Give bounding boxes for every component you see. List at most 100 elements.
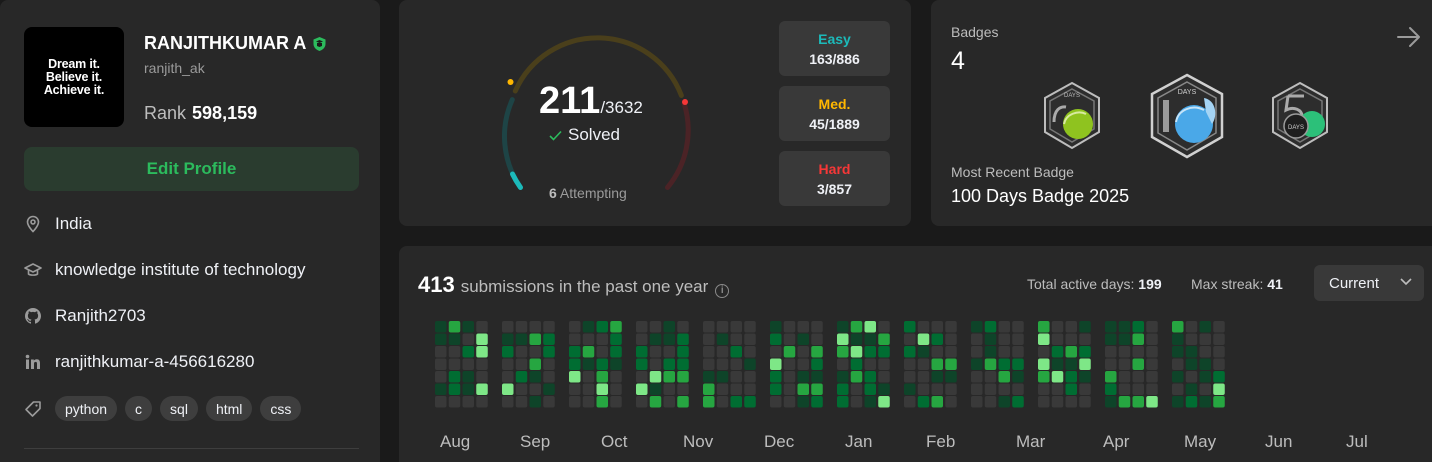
heatmap-cell[interactable] bbox=[984, 358, 997, 371]
arrow-right-icon[interactable] bbox=[1396, 24, 1422, 50]
heatmap-cell[interactable] bbox=[596, 321, 609, 333]
heatmap-cell[interactable] bbox=[998, 383, 1011, 396]
github-link[interactable]: Ranjith2703 bbox=[55, 306, 146, 326]
heatmap-cell[interactable] bbox=[1038, 333, 1050, 346]
heatmap-cell[interactable] bbox=[1213, 321, 1225, 333]
heatmap-cell[interactable] bbox=[744, 396, 756, 408]
heatmap-cell[interactable] bbox=[1079, 383, 1091, 396]
heatmap-cell[interactable] bbox=[770, 396, 782, 408]
heatmap-cell[interactable] bbox=[783, 396, 796, 408]
edit-profile-button[interactable]: Edit Profile bbox=[24, 147, 359, 191]
heatmap-cell[interactable] bbox=[1199, 346, 1212, 358]
heatmap-cell[interactable] bbox=[878, 333, 890, 346]
heatmap-cell[interactable] bbox=[649, 346, 662, 358]
heatmap-cell[interactable] bbox=[1213, 346, 1225, 358]
heatmap-cell[interactable] bbox=[582, 383, 595, 396]
heatmap-cell[interactable] bbox=[730, 346, 743, 358]
heatmap-cell[interactable] bbox=[1118, 333, 1131, 346]
heatmap-cell[interactable] bbox=[1118, 358, 1131, 371]
heatmap-cell[interactable] bbox=[636, 383, 648, 396]
heatmap-cell[interactable] bbox=[730, 333, 743, 346]
heatmap-cell[interactable] bbox=[515, 371, 528, 383]
heatmap-cell[interactable] bbox=[462, 321, 475, 333]
heatmap-cell[interactable] bbox=[448, 358, 461, 371]
heatmap-cell[interactable] bbox=[1213, 396, 1225, 408]
heatmap-cell[interactable] bbox=[1172, 396, 1184, 408]
heatmap-cell[interactable] bbox=[543, 358, 555, 371]
heatmap-cell[interactable] bbox=[971, 333, 983, 346]
skill-chip-sql[interactable]: sql bbox=[160, 396, 198, 421]
heatmap-cell[interactable] bbox=[1213, 333, 1225, 346]
heatmap-cell[interactable] bbox=[1185, 371, 1198, 383]
heatmap-cell[interactable] bbox=[462, 346, 475, 358]
heatmap-cell[interactable] bbox=[850, 321, 863, 333]
heatmap-cell[interactable] bbox=[1199, 358, 1212, 371]
heatmap-cell[interactable] bbox=[783, 346, 796, 358]
heatmap-cell[interactable] bbox=[878, 396, 890, 408]
heatmap-cell[interactable] bbox=[462, 383, 475, 396]
heatmap-cell[interactable] bbox=[649, 358, 662, 371]
heatmap-cell[interactable] bbox=[677, 358, 689, 371]
heatmap-cell[interactable] bbox=[1132, 358, 1145, 371]
heatmap-cell[interactable] bbox=[1105, 358, 1117, 371]
heatmap-cell[interactable] bbox=[1118, 383, 1131, 396]
heatmap-cell[interactable] bbox=[1105, 346, 1117, 358]
heatmap-cell[interactable] bbox=[797, 383, 810, 396]
heatmap-cell[interactable] bbox=[462, 396, 475, 408]
github-row[interactable]: Ranjith2703 bbox=[24, 306, 146, 326]
heatmap-cell[interactable] bbox=[569, 396, 581, 408]
heatmap-cell[interactable] bbox=[677, 383, 689, 396]
heatmap-cell[interactable] bbox=[610, 333, 622, 346]
heatmap-cell[interactable] bbox=[770, 346, 782, 358]
heatmap-cell[interactable] bbox=[649, 396, 662, 408]
heatmap-cell[interactable] bbox=[596, 383, 609, 396]
linkedin-link[interactable]: ranjithkumar-a-456616280 bbox=[55, 352, 254, 372]
heatmap-cell[interactable] bbox=[610, 371, 622, 383]
heatmap-cell[interactable] bbox=[1199, 321, 1212, 333]
heatmap-cell[interactable] bbox=[730, 358, 743, 371]
heatmap-cell[interactable] bbox=[502, 371, 514, 383]
difficulty-easy[interactable]: Easy 163/886 bbox=[779, 21, 890, 76]
heatmap-cell[interactable] bbox=[837, 333, 849, 346]
heatmap-cell[interactable] bbox=[931, 396, 944, 408]
heatmap-cell[interactable] bbox=[716, 383, 729, 396]
heatmap-cell[interactable] bbox=[1132, 321, 1145, 333]
heatmap-cell[interactable] bbox=[730, 371, 743, 383]
heatmap-cell[interactable] bbox=[703, 346, 715, 358]
heatmap-cell[interactable] bbox=[770, 383, 782, 396]
heatmap-cell[interactable] bbox=[1172, 346, 1184, 358]
heatmap-cell[interactable] bbox=[945, 333, 957, 346]
heatmap-cell[interactable] bbox=[663, 358, 676, 371]
heatmap-cell[interactable] bbox=[1132, 346, 1145, 358]
heatmap-cell[interactable] bbox=[1118, 396, 1131, 408]
heatmap-cell[interactable] bbox=[864, 383, 877, 396]
heatmap-cell[interactable] bbox=[476, 333, 488, 346]
heatmap-cell[interactable] bbox=[945, 383, 957, 396]
heatmap-cell[interactable] bbox=[677, 371, 689, 383]
heatmap-cell[interactable] bbox=[945, 396, 957, 408]
heatmap-cell[interactable] bbox=[945, 358, 957, 371]
heatmap-cell[interactable] bbox=[663, 396, 676, 408]
heatmap-cell[interactable] bbox=[1199, 383, 1212, 396]
heatmap-cell[interactable] bbox=[435, 371, 447, 383]
heatmap-cell[interactable] bbox=[716, 396, 729, 408]
heatmap-cell[interactable] bbox=[448, 396, 461, 408]
heatmap-cell[interactable] bbox=[917, 396, 930, 408]
heatmap-cell[interactable] bbox=[917, 371, 930, 383]
heatmap-cell[interactable] bbox=[515, 333, 528, 346]
heatmap-cell[interactable] bbox=[797, 346, 810, 358]
heatmap-cell[interactable] bbox=[636, 371, 648, 383]
heatmap-cell[interactable] bbox=[582, 346, 595, 358]
heatmap-cell[interactable] bbox=[1213, 358, 1225, 371]
heatmap-cell[interactable] bbox=[596, 396, 609, 408]
heatmap-cell[interactable] bbox=[1146, 333, 1158, 346]
heatmap-cell[interactable] bbox=[850, 371, 863, 383]
heatmap-cell[interactable] bbox=[1132, 371, 1145, 383]
heatmap-cell[interactable] bbox=[1065, 321, 1078, 333]
heatmap-cell[interactable] bbox=[1118, 346, 1131, 358]
heatmap-cell[interactable] bbox=[435, 333, 447, 346]
heatmap-cell[interactable] bbox=[1038, 321, 1050, 333]
heatmap-cell[interactable] bbox=[730, 321, 743, 333]
heatmap-cell[interactable] bbox=[610, 321, 622, 333]
skill-chip-html[interactable]: html bbox=[205, 396, 253, 421]
